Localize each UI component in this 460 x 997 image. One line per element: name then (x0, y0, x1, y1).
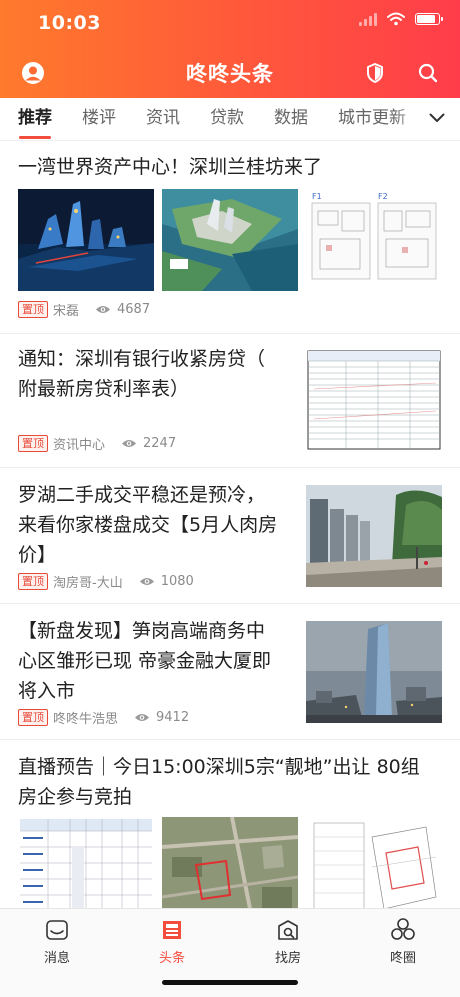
article-meta: 置顶 咚咚牛浩思 9412 (18, 708, 189, 727)
article-title-line: 将入市 (18, 680, 76, 702)
home-indicator (162, 980, 298, 985)
active-tab-indicator (19, 136, 51, 139)
article-title-line: 价】 (18, 544, 57, 566)
land-satellite-map (162, 817, 298, 919)
tab-data[interactable]: 数据 (274, 98, 308, 138)
battery-icon (415, 13, 443, 25)
skyscraper-rendering (306, 621, 442, 723)
tabbar-label: 找房 (274, 951, 301, 966)
article-title-line: 来看你家楼盘成交【5月人肉房 (18, 514, 278, 536)
wifi-icon (387, 12, 405, 26)
app-header: 10:03 咚咚头条 (0, 0, 460, 98)
article-title-line: 心区雏形已现 帝豪金融大厦即 (18, 650, 272, 672)
rate-table-image (306, 349, 442, 451)
app-title: 咚咚头条 (186, 62, 274, 86)
article-title-line: 罗湖二手成交平稳还是预冷， (18, 484, 266, 506)
article-card[interactable]: 一湾世界资产中心！深圳兰桂坊来了 F1 F2 置顶 宋磊 4687 (0, 141, 460, 334)
cellular-signal-icon (359, 12, 377, 26)
tabbar-label: 头条 (158, 951, 185, 966)
tabbar-item-messages[interactable]: 消息 (17, 917, 97, 966)
pinned-badge: 置顶 (18, 301, 48, 318)
view-count: 9412 (134, 710, 189, 725)
spreadsheet-image (18, 817, 154, 919)
view-count: 4687 (95, 302, 150, 317)
city-street-photo (306, 485, 442, 587)
article-card[interactable]: 罗湖二手成交平稳还是预冷， 来看你家楼盘成交【5月人肉房 价】 置顶 淘房哥-大… (0, 467, 460, 604)
svg-text:F1: F1 (312, 192, 322, 201)
site-plan-drawing (306, 817, 442, 919)
tabbar-label: 咚圈 (389, 951, 416, 966)
tabbar-item-community[interactable]: 咚圈 (363, 917, 443, 966)
tabbar-item-find-house[interactable]: 找房 (248, 917, 328, 966)
tabbar-label: 消息 (43, 951, 70, 966)
article-title-line: 直播预告｜今日15:00深圳5宗“靓地”出让 80组 (18, 756, 420, 778)
tab-loan[interactable]: 贷款 (210, 98, 244, 138)
find-house-icon (275, 917, 301, 943)
shield-button[interactable] (362, 60, 388, 86)
pinned-badge: 置顶 (18, 435, 48, 452)
tab-recommend[interactable]: 推荐 (18, 98, 52, 138)
article-thumbnails: F1 F2 (18, 189, 442, 291)
article-author: 宋磊 (53, 304, 80, 319)
tabbar-item-headlines[interactable]: 头条 (132, 917, 212, 966)
article-author: 咚咚牛浩思 (53, 712, 119, 727)
article-title: 一湾世界资产中心！深圳兰桂坊来了 (18, 156, 323, 178)
article-title-line: 【新盘发现】笋岗高端商务中 (18, 620, 266, 642)
article-meta: 置顶 资讯中心 2247 (18, 434, 176, 453)
article-title: 通知：深圳有银行收紧房贷（ 附最新房贷利率表） (18, 344, 298, 404)
article-title-line: 附最新房贷利率表） (18, 378, 190, 400)
view-count-value: 9412 (156, 710, 190, 725)
chevron-down-icon (429, 113, 445, 122)
view-count: 2247 (121, 436, 176, 451)
article-author: 淘房哥-大山 (53, 576, 123, 591)
night-aerial-photo (18, 189, 154, 291)
pinned-badge: 置顶 (18, 709, 48, 726)
pinned-badge: 置顶 (18, 573, 48, 590)
view-count-value: 1080 (160, 574, 194, 589)
eye-icon (96, 306, 111, 313)
eye-icon (139, 578, 154, 585)
status-time: 10:03 (38, 12, 101, 34)
article-meta: 置顶 宋磊 4687 (18, 300, 150, 319)
eye-icon (122, 440, 137, 447)
search-button[interactable] (415, 60, 441, 86)
eye-icon (135, 714, 150, 721)
more-tabs-button[interactable] (414, 98, 460, 138)
tab-review[interactable]: 楼评 (82, 98, 116, 138)
tab-news[interactable]: 资讯 (146, 98, 180, 138)
view-count-value: 4687 (117, 302, 151, 317)
search-icon (418, 63, 438, 83)
article-title-line: 房企参与竞拍 (18, 786, 133, 808)
article-meta: 置顶 淘房哥-大山 1080 (18, 572, 194, 591)
article-thumbnails (18, 817, 442, 919)
view-count: 1080 (139, 574, 194, 589)
article-card[interactable]: 【新盘发现】笋岗高端商务中 心区雏形已现 帝豪金融大厦即 将入市 置顶 咚咚牛浩… (0, 603, 460, 740)
svg-text:F2: F2 (378, 192, 388, 201)
article-title: 【新盘发现】笋岗高端商务中 心区雏形已现 帝豪金融大厦即 将入市 (18, 616, 303, 706)
headline-icon (159, 917, 185, 943)
floor-plan-image: F1 F2 (306, 189, 442, 291)
view-count-value: 2247 (143, 436, 177, 451)
circle-community-icon (390, 917, 416, 943)
status-icons (359, 12, 443, 26)
message-icon (44, 917, 70, 943)
article-title-line: 通知：深圳有银行收紧房贷（ (18, 348, 266, 370)
article-title: 直播预告｜今日15:00深圳5宗“靓地”出让 80组 房企参与竞拍 (18, 752, 448, 812)
article-card[interactable]: 直播预告｜今日15:00深圳5宗“靓地”出让 80组 房企参与竞拍 (0, 739, 460, 919)
article-author: 资讯中心 (53, 438, 106, 453)
shield-icon (367, 63, 383, 83)
aerial-rendering-photo (162, 189, 298, 291)
article-card[interactable]: 通知：深圳有银行收紧房贷（ 附最新房贷利率表） 置顶 资讯中心 2247 (0, 333, 460, 468)
category-tabs: 推荐 楼评 资讯 贷款 数据 城市更新 (0, 98, 460, 141)
article-title: 罗湖二手成交平稳还是预冷， 来看你家楼盘成交【5月人肉房 价】 (18, 480, 303, 570)
